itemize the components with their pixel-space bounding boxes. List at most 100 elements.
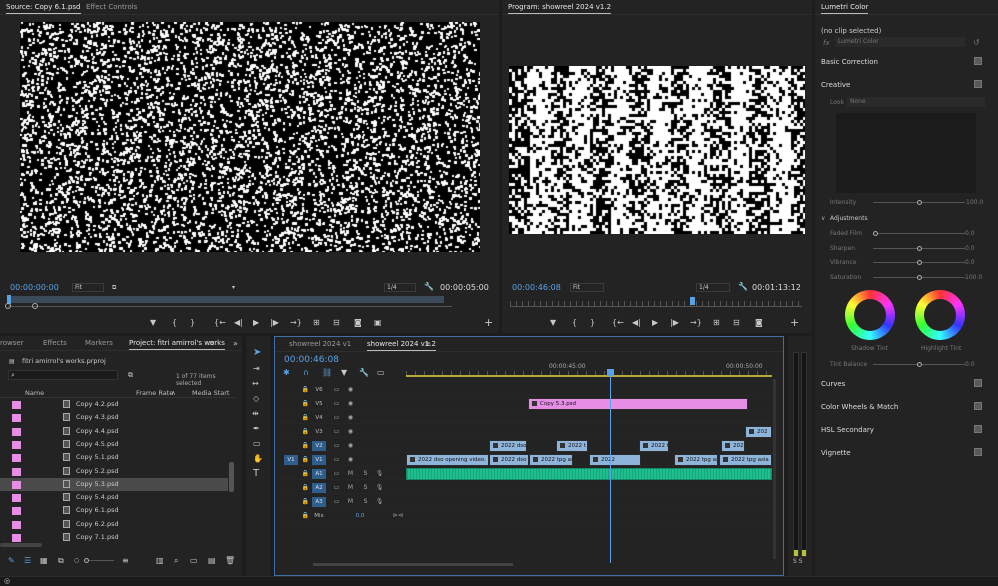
adjustment-knob[interactable] [873,231,878,236]
extract-icon[interactable]: ⊟ [733,318,740,327]
track-v4[interactable]: 🔒 V4 ▭ ◉ [275,411,772,424]
timeline-timecode[interactable]: 00:00:46:08 [284,355,339,365]
sync-lock-icon[interactable]: ▭ [332,441,341,450]
add-marker-icon[interactable]: ▼ [341,368,347,377]
lift-icon[interactable]: ⊞ [713,318,720,327]
sync-lock-icon[interactable]: ▭ [332,413,341,422]
timeline-clip[interactable]: 2022 dso [489,440,527,452]
timeline-clip[interactable]: 2022 dso opening video. [406,454,489,466]
track-select-icon[interactable]: ⇥ [253,364,260,373]
lock-icon[interactable]: 🔒 [301,483,310,492]
mark-out-icon[interactable]: } [190,318,195,327]
tint-balance-slider[interactable] [873,362,965,367]
sync-lock-icon[interactable]: ▭ [332,497,341,506]
new-item-icon[interactable]: ▤ [208,556,216,565]
timeline-clip[interactable]: 2022 t [639,440,669,452]
tab-source[interactable]: Source: Copy 6.1.psd [6,3,81,14]
thumbnail-zoom-slider[interactable] [84,558,114,563]
source-patch-v1[interactable]: V1 [284,455,298,465]
program-resolution-select[interactable]: 1/4 [696,283,730,292]
overwrite-icon[interactable]: ⊟ [333,318,340,327]
intensity-knob[interactable] [917,200,922,205]
sync-lock-icon[interactable]: ▭ [332,385,341,394]
project-hscrollbar[interactable] [0,543,42,547]
vignette-checkbox[interactable] [974,448,982,456]
tab-media-browser[interactable]: rowser [0,339,24,347]
play-icon[interactable]: ▶ [253,318,259,327]
adjustment-slider[interactable] [873,245,965,251]
creative-checkbox[interactable] [974,80,982,88]
hsl-secondary-checkbox[interactable] [974,425,982,433]
wrench-icon[interactable]: 🔧 [738,282,748,291]
meter-solo-label[interactable]: S S [793,558,803,565]
adjustment-slider[interactable] [873,231,965,236]
trash-icon[interactable]: 🗑 [225,556,235,565]
adjustment-value[interactable]: 100.0 [965,274,982,281]
add-marker-icon[interactable]: ▼ [150,318,156,327]
mix-track[interactable]: 🔒 Mix 0.0 ⊳⊲ [275,509,772,522]
track-name[interactable]: A3 [312,497,326,507]
creative-header[interactable]: Creative [821,81,850,89]
tab-markers[interactable]: Markers [85,339,113,347]
timeline-clip[interactable]: 202 [745,426,772,438]
timeline-clip[interactable]: 2022 t [556,440,588,452]
effect-dropdown[interactable]: Lumetri Color [835,37,965,47]
wrench-icon[interactable]: 🔧 [424,282,434,291]
eye-icon[interactable]: ◉ [346,441,355,450]
curves-checkbox[interactable] [974,379,982,387]
label-color-swatch[interactable] [12,427,21,436]
adjustment-value[interactable]: 0.0 [965,245,975,252]
adjustment-slider[interactable] [873,274,965,280]
list-view-icon[interactable]: ☰ [24,556,31,565]
tint-balance-knob[interactable] [917,362,922,367]
add-button-icon[interactable]: + [790,317,799,328]
adjustment-slider[interactable] [873,260,965,265]
track-name[interactable]: V6 [312,385,326,395]
eye-icon[interactable]: ◉ [346,455,355,464]
intensity-slider[interactable] [873,200,965,205]
solo-icon[interactable]: S [361,469,370,478]
zoom-knob[interactable] [84,558,89,563]
audio-clip[interactable] [406,468,772,480]
track-name[interactable]: V2 [312,441,326,451]
lock-icon[interactable]: 🔒 [301,399,310,408]
type-tool-icon[interactable]: T [253,469,259,479]
microphone-icon[interactable]: 🎙 [375,483,384,492]
play-icon[interactable]: ▶ [652,318,658,327]
menu-icon[interactable]: ≡ [209,339,215,348]
project-list-item[interactable]: Copy 5.2.psd [0,465,228,478]
step-forward-icon[interactable]: |▶ [270,318,279,327]
go-to-out-icon[interactable]: →} [690,318,702,327]
label-color-swatch[interactable] [12,454,21,463]
eye-icon[interactable]: ◉ [346,427,355,436]
color-wheels-header[interactable]: Color Wheels & Match [821,403,898,411]
add-marker-icon[interactable]: ▼ [550,318,556,327]
new-bin-from-search-icon[interactable]: ⧉ [128,371,133,380]
tint-balance-value[interactable]: 0.0 [965,361,975,368]
add-button-icon[interactable]: + [484,317,493,328]
label-color-swatch[interactable] [12,401,21,409]
freeform-view-icon[interactable]: ⧉ [58,556,64,565]
track-name[interactable]: V4 [312,413,326,423]
panel-overflow-icon[interactable]: » [233,339,238,348]
mute-icon[interactable]: M [346,483,355,492]
project-list-item[interactable]: Copy 5.3.psd [0,477,228,491]
menu-icon[interactable]: ≡ [425,340,431,349]
label-color-swatch[interactable] [12,480,21,489]
timeline-hscroll[interactable] [313,563,513,566]
timeline-clip[interactable]: 2022 [589,454,641,466]
source-timecode[interactable]: 00:00:00:00 [10,283,59,292]
hand-icon[interactable]: ✋ [253,454,263,463]
label-color-swatch[interactable] [12,534,21,542]
program-timecode[interactable]: 00:00:46:08 [512,283,561,292]
lock-icon[interactable]: 🔒 [301,455,310,464]
pen-icon[interactable]: ✒ [253,424,260,433]
look-dropdown[interactable]: None [847,97,985,107]
timeline-playhead-handle[interactable] [607,369,614,376]
source-zoom-bar[interactable] [8,306,452,307]
track-name[interactable]: V3 [312,427,326,437]
project-list-item[interactable]: Copy 4.2.psd [0,398,228,411]
column-frame-rate[interactable]: Frame Rate [136,389,173,397]
eye-icon[interactable]: ◉ [346,399,355,408]
tab-program[interactable]: Program: showreel 2024 v1.2 [508,3,612,14]
